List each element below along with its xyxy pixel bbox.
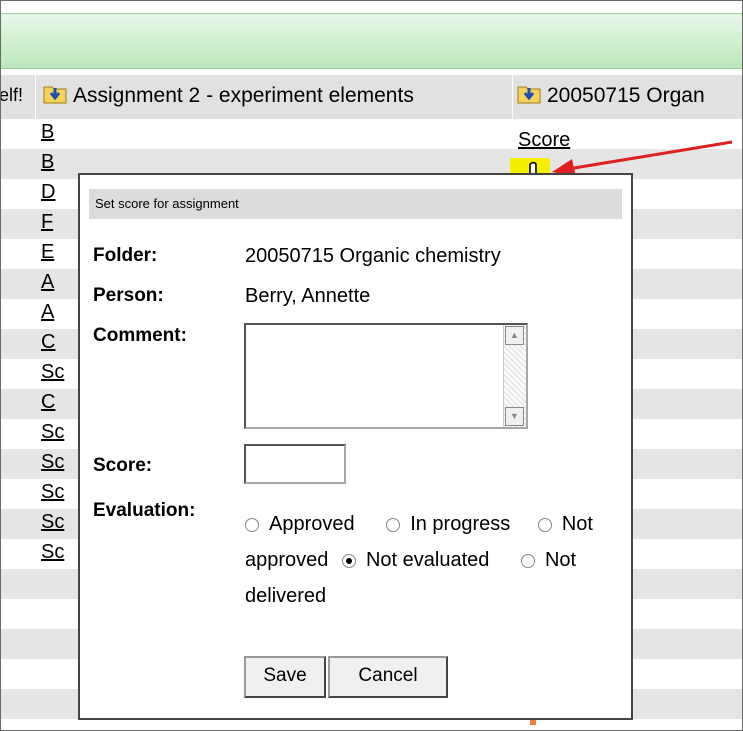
- save-button[interactable]: Save: [244, 656, 326, 698]
- window: elf! Assignment 2 - experiment elements …: [0, 0, 743, 731]
- scroll-up-icon[interactable]: ▲: [505, 326, 524, 345]
- grade-link[interactable]: B: [41, 121, 54, 144]
- table-header: elf! Assignment 2 - experiment elements …: [1, 75, 742, 119]
- dialog-title: Set score for assignment: [89, 189, 622, 219]
- grade-link[interactable]: B: [41, 151, 54, 174]
- grade-link[interactable]: Sc: [41, 481, 64, 504]
- evaluation-label: Evaluation:: [93, 500, 196, 521]
- grade-link[interactable]: D: [41, 181, 55, 204]
- radio-not-delivered[interactable]: [520, 553, 535, 568]
- green-header-bar: [1, 13, 742, 69]
- grade-link[interactable]: A: [41, 301, 54, 324]
- small-marker: [530, 720, 536, 725]
- person-value: Berry, Annette: [245, 285, 371, 307]
- grade-link[interactable]: A: [41, 271, 54, 294]
- radio-in-progress-label: In progress: [410, 513, 511, 535]
- grade-link[interactable]: C: [41, 331, 55, 354]
- cancel-button[interactable]: Cancel: [328, 656, 448, 698]
- comment-textarea[interactable]: ▲ ▼: [244, 323, 528, 429]
- grade-link[interactable]: Sc: [41, 541, 64, 564]
- set-score-dialog: Set score for assignment Folder: 2005071…: [78, 173, 633, 720]
- radio-approved-label: Approved: [269, 513, 355, 535]
- folder-label: Folder:: [93, 245, 158, 266]
- column-header-assignment2[interactable]: Assignment 2 - experiment elements: [43, 83, 414, 108]
- grade-link[interactable]: Sc: [41, 421, 64, 444]
- grade-link[interactable]: E: [41, 241, 54, 264]
- comment-label: Comment:: [93, 325, 187, 346]
- radio-not-evaluated[interactable]: [341, 553, 356, 568]
- folder-down-icon: [517, 83, 541, 104]
- radio-not-approved[interactable]: [537, 517, 552, 532]
- header-divider: [35, 75, 36, 119]
- radio-approved[interactable]: [245, 517, 259, 532]
- grade-link[interactable]: Sc: [41, 451, 64, 474]
- folder-down-icon: [43, 83, 67, 104]
- scroll-down-icon[interactable]: ▼: [505, 407, 524, 426]
- grade-link[interactable]: Sc: [41, 511, 64, 534]
- evaluation-radio-group: Approved In progress Not approved Not ev…: [245, 506, 595, 614]
- comment-scrollbar[interactable]: ▲ ▼: [503, 325, 526, 427]
- radio-in-progress[interactable]: [386, 517, 401, 532]
- column-header-assignment2-label: Assignment 2 - experiment elements: [73, 84, 414, 107]
- grade-link[interactable]: C: [41, 391, 55, 414]
- grade-link[interactable]: F: [41, 211, 53, 234]
- person-label: Person:: [93, 285, 164, 306]
- header-divider: [512, 75, 513, 119]
- column-header-partial: elf!: [0, 85, 24, 105]
- score-label: Score:: [93, 455, 153, 476]
- score-input[interactable]: [244, 444, 346, 484]
- column-header-organic-label: 20050715 Organ: [547, 84, 705, 107]
- folder-value: 20050715 Organic chemistry: [245, 245, 501, 267]
- radio-not-evaluated-label: Not evaluated: [365, 549, 490, 571]
- column-header-organic[interactable]: 20050715 Organ: [517, 83, 705, 108]
- grade-link[interactable]: Sc: [41, 361, 64, 384]
